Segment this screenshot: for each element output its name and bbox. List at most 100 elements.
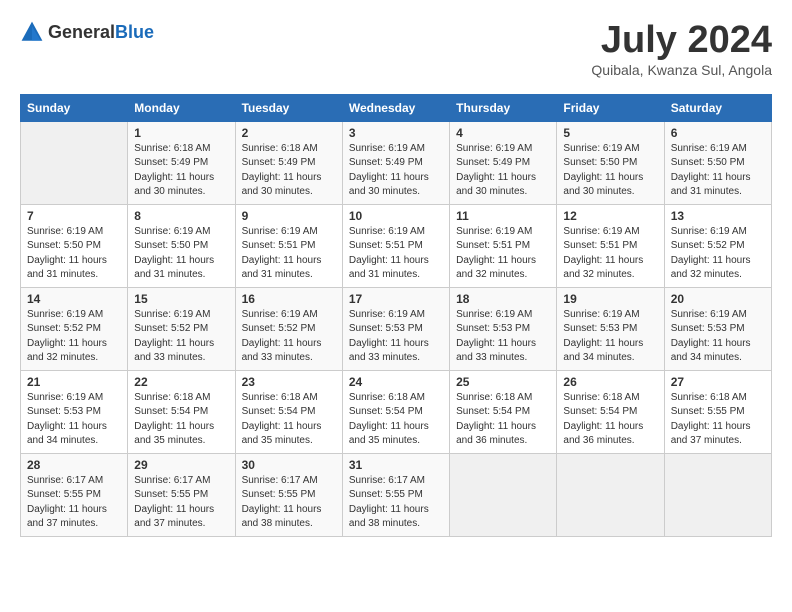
calendar-week-row: 14 Sunrise: 6:19 AMSunset: 5:52 PMDayligh… (21, 287, 772, 370)
day-number: 7 (27, 209, 121, 223)
calendar-cell: 15Sunrise: 6:19 AMSunset: 5:52 PMDayligh… (128, 287, 235, 370)
day-info: Sunrise: 6:19 AMSunset: 5:50 PMDaylight:… (671, 142, 765, 200)
day-info: Sunrise: 6:19 AMSunset: 5:52 PMDaylight:… (134, 308, 228, 366)
calendar-cell: 12 Sunrise: 6:19 AMSunset: 5:51 PMDayligh… (557, 204, 664, 287)
calendar-week-row: 1 Sunrise: 6:18 AMSunset: 5:49 PMDaylight… (21, 121, 772, 204)
day-number: 21 (27, 375, 121, 389)
logo-text-general: General (48, 22, 115, 42)
calendar-cell: 13 Sunrise: 6:19 AMSunset: 5:52 PMDayligh… (664, 204, 771, 287)
day-info: Sunrise: 6:19 AMSunset: 5:50 PMDaylight:… (27, 225, 121, 283)
day-info: Sunrise: 6:19 AMSunset: 5:49 PMDaylight:… (456, 142, 550, 200)
day-info: Sunrise: 6:19 AMSunset: 5:53 PMDaylight:… (563, 308, 657, 366)
day-number: 12 (563, 209, 657, 223)
day-info: Sunrise: 6:19 AMSunset: 5:53 PMDaylight:… (671, 308, 765, 366)
calendar-cell: 5Sunrise: 6:19 AMSunset: 5:50 PMDaylight… (557, 121, 664, 204)
calendar-cell: 4 Sunrise: 6:19 AMSunset: 5:49 PMDaylight… (450, 121, 557, 204)
day-info: Sunrise: 6:17 AMSunset: 5:55 PMDaylight:… (27, 474, 121, 532)
day-of-week-header: Wednesday (342, 94, 449, 121)
day-info: Sunrise: 6:18 AMSunset: 5:49 PMDaylight:… (134, 142, 228, 200)
day-info: Sunrise: 6:19 AMSunset: 5:50 PMDaylight:… (563, 142, 657, 200)
day-info: Sunrise: 6:19 AMSunset: 5:51 PMDaylight:… (456, 225, 550, 283)
day-of-week-header: Sunday (21, 94, 128, 121)
page-subtitle: Quibala, Kwanza Sul, Angola (591, 62, 772, 78)
calendar-cell (557, 453, 664, 536)
calendar-cell: 1 Sunrise: 6:18 AMSunset: 5:49 PMDaylight… (128, 121, 235, 204)
calendar-cell: 18Sunrise: 6:19 AMSunset: 5:53 PMDayligh… (450, 287, 557, 370)
day-info: Sunrise: 6:18 AMSunset: 5:54 PMDaylight:… (349, 391, 443, 449)
calendar-cell: 3Sunrise: 6:19 AMSunset: 5:49 PMDaylight… (342, 121, 449, 204)
day-number: 11 (456, 209, 550, 223)
day-of-week-header: Tuesday (235, 94, 342, 121)
day-info: Sunrise: 6:18 AMSunset: 5:54 PMDaylight:… (563, 391, 657, 449)
day-info: Sunrise: 6:19 AMSunset: 5:52 PMDaylight:… (671, 225, 765, 283)
day-number: 23 (242, 375, 336, 389)
day-number: 13 (671, 209, 765, 223)
day-info: Sunrise: 6:17 AMSunset: 5:55 PMDaylight:… (134, 474, 228, 532)
day-number: 31 (349, 458, 443, 472)
day-number: 18 (456, 292, 550, 306)
calendar-week-row: 28 Sunrise: 6:17 AMSunset: 5:55 PMDayligh… (21, 453, 772, 536)
day-info: Sunrise: 6:19 AMSunset: 5:50 PMDaylight:… (134, 225, 228, 283)
calendar-cell: 26 Sunrise: 6:18 AMSunset: 5:54 PMDayligh… (557, 370, 664, 453)
day-number: 6 (671, 126, 765, 140)
day-number: 26 (563, 375, 657, 389)
calendar-cell: 2Sunrise: 6:18 AMSunset: 5:49 PMDaylight… (235, 121, 342, 204)
day-number: 9 (242, 209, 336, 223)
day-info: Sunrise: 6:18 AMSunset: 5:54 PMDaylight:… (456, 391, 550, 449)
calendar-cell: 30 Sunrise: 6:17 AMSunset: 5:55 PMDayligh… (235, 453, 342, 536)
day-number: 16 (242, 292, 336, 306)
calendar-week-row: 21 Sunrise: 6:19 AMSunset: 5:53 PMDayligh… (21, 370, 772, 453)
calendar-cell: 10 Sunrise: 6:19 AMSunset: 5:51 PMDayligh… (342, 204, 449, 287)
calendar-cell: 9 Sunrise: 6:19 AMSunset: 5:51 PMDaylight… (235, 204, 342, 287)
day-of-week-header: Saturday (664, 94, 771, 121)
calendar-cell (21, 121, 128, 204)
calendar-cell: 27Sunrise: 6:18 AMSunset: 5:55 PMDayligh… (664, 370, 771, 453)
day-info: Sunrise: 6:18 AMSunset: 5:54 PMDaylight:… (134, 391, 228, 449)
day-info: Sunrise: 6:19 AMSunset: 5:52 PMDaylight:… (27, 308, 121, 366)
logo: GeneralBlue (20, 20, 154, 44)
calendar-table: SundayMondayTuesdayWednesdayThursdayFrid… (20, 94, 772, 537)
calendar-cell: 8Sunrise: 6:19 AMSunset: 5:50 PMDaylight… (128, 204, 235, 287)
calendar-cell: 25Sunrise: 6:18 AMSunset: 5:54 PMDayligh… (450, 370, 557, 453)
calendar-cell: 7 Sunrise: 6:19 AMSunset: 5:50 PMDaylight… (21, 204, 128, 287)
day-info: Sunrise: 6:19 AMSunset: 5:51 PMDaylight:… (242, 225, 336, 283)
day-info: Sunrise: 6:19 AMSunset: 5:53 PMDaylight:… (27, 391, 121, 449)
logo-icon (20, 20, 44, 44)
calendar-cell: 21 Sunrise: 6:19 AMSunset: 5:53 PMDayligh… (21, 370, 128, 453)
calendar-cell: 14 Sunrise: 6:19 AMSunset: 5:52 PMDayligh… (21, 287, 128, 370)
day-info: Sunrise: 6:17 AMSunset: 5:55 PMDaylight:… (349, 474, 443, 532)
day-number: 22 (134, 375, 228, 389)
calendar-header-row: SundayMondayTuesdayWednesdayThursdayFrid… (21, 94, 772, 121)
day-info: Sunrise: 6:19 AMSunset: 5:51 PMDaylight:… (563, 225, 657, 283)
calendar-cell: 11 Sunrise: 6:19 AMSunset: 5:51 PMDayligh… (450, 204, 557, 287)
calendar-cell: 16Sunrise: 6:19 AMSunset: 5:52 PMDayligh… (235, 287, 342, 370)
day-info: Sunrise: 6:19 AMSunset: 5:51 PMDaylight:… (349, 225, 443, 283)
day-number: 10 (349, 209, 443, 223)
day-number: 1 (134, 126, 228, 140)
day-of-week-header: Friday (557, 94, 664, 121)
day-number: 14 (27, 292, 121, 306)
day-info: Sunrise: 6:18 AMSunset: 5:49 PMDaylight:… (242, 142, 336, 200)
day-number: 30 (242, 458, 336, 472)
day-number: 20 (671, 292, 765, 306)
day-info: Sunrise: 6:19 AMSunset: 5:49 PMDaylight:… (349, 142, 443, 200)
day-number: 19 (563, 292, 657, 306)
header: GeneralBlue July 2024 Quibala, Kwanza Su… (20, 20, 772, 78)
day-number: 28 (27, 458, 121, 472)
day-info: Sunrise: 6:17 AMSunset: 5:55 PMDaylight:… (242, 474, 336, 532)
calendar-cell (664, 453, 771, 536)
logo-text-blue: Blue (115, 22, 154, 42)
calendar-cell: 24Sunrise: 6:18 AMSunset: 5:54 PMDayligh… (342, 370, 449, 453)
calendar-cell: 19 Sunrise: 6:19 AMSunset: 5:53 PMDayligh… (557, 287, 664, 370)
day-info: Sunrise: 6:19 AMSunset: 5:53 PMDaylight:… (349, 308, 443, 366)
day-number: 4 (456, 126, 550, 140)
calendar-cell: 17Sunrise: 6:19 AMSunset: 5:53 PMDayligh… (342, 287, 449, 370)
day-of-week-header: Thursday (450, 94, 557, 121)
day-info: Sunrise: 6:18 AMSunset: 5:54 PMDaylight:… (242, 391, 336, 449)
calendar-cell: 20 Sunrise: 6:19 AMSunset: 5:53 PMDayligh… (664, 287, 771, 370)
calendar-cell: 6 Sunrise: 6:19 AMSunset: 5:50 PMDaylight… (664, 121, 771, 204)
page-title: July 2024 (591, 20, 772, 62)
day-info: Sunrise: 6:18 AMSunset: 5:55 PMDaylight:… (671, 391, 765, 449)
calendar-cell (450, 453, 557, 536)
day-number: 29 (134, 458, 228, 472)
